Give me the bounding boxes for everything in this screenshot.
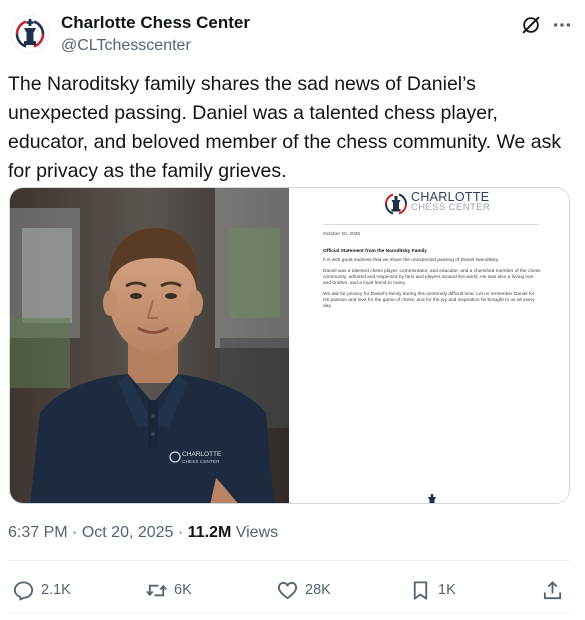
portrait-photo[interactable]: CHARLOTTE CHESS CENTER (10, 188, 289, 503)
meta-separator: · (72, 524, 78, 541)
like-count: 28K (305, 582, 331, 598)
meta-separator: · (177, 524, 184, 541)
letter-heading: Official Statement from the Naroditsky F… (323, 249, 427, 254)
chess-logo-icon (10, 14, 50, 54)
letter-paragraph: We ask for privacy for Daniel’s family d… (323, 292, 535, 309)
views-count: 11.2M (187, 524, 232, 541)
author-handle[interactable]: @CLTchesscenter (61, 37, 191, 55)
grok-icon[interactable] (520, 14, 542, 36)
bookmark-button[interactable]: 1K (409, 572, 456, 608)
views-label: Views (235, 524, 279, 541)
shirt-logo-subtext: CHESS CENTER (182, 459, 220, 465)
share-button[interactable] (541, 572, 564, 608)
bookmark-count: 1K (438, 582, 456, 598)
reply-icon (13, 580, 34, 601)
reply-count: 2.1K (41, 582, 71, 598)
repost-count: 6K (174, 582, 192, 598)
letter-brand-subtitle: CHESS CENTER (411, 202, 491, 213)
more-icon[interactable] (551, 14, 573, 36)
letter-footer-icon (428, 494, 436, 503)
letter-logo-icon (385, 193, 407, 215)
like-icon (277, 581, 298, 599)
bookmark-icon (413, 580, 428, 600)
tweet-meta: 6:37 PM · Oct 20, 2025 · 11.2M Views (8, 524, 278, 542)
author-name[interactable]: Charlotte Chess Center (61, 13, 250, 33)
reply-button[interactable]: 2.1K (12, 572, 71, 608)
like-button[interactable]: 28K (276, 572, 331, 608)
statement-letter: CHARLOTTE CHESS CENTER October 20, 2025 … (291, 188, 569, 503)
divider (8, 560, 570, 561)
avatar[interactable] (10, 14, 50, 54)
tweet-time[interactable]: 6:37 PM (8, 524, 68, 541)
divider (8, 612, 570, 613)
letter-paragraph: Daniel was a talented chess player, comm… (323, 269, 541, 286)
repost-icon (146, 584, 167, 596)
letter-divider (323, 224, 539, 225)
letter-paragraph: It is with great sadness that we share t… (323, 258, 500, 263)
repost-button[interactable]: 6K (145, 572, 192, 608)
tweet-header: Charlotte Chess Center @CLTchesscenter (10, 12, 575, 60)
media-container[interactable]: CHARLOTTE CHESS CENTER CHARLOTTE CHESS C… (9, 187, 570, 504)
tweet-date[interactable]: Oct 20, 2025 (82, 524, 174, 541)
letter-date: October 20, 2025 (323, 232, 361, 237)
tweet-text: The Naroditsky family shares the sad new… (8, 73, 562, 182)
shirt-logo-text: CHARLOTTE (182, 451, 222, 458)
share-icon (543, 580, 562, 599)
action-bar: 2.1K 6K 28K 1K (0, 572, 585, 608)
